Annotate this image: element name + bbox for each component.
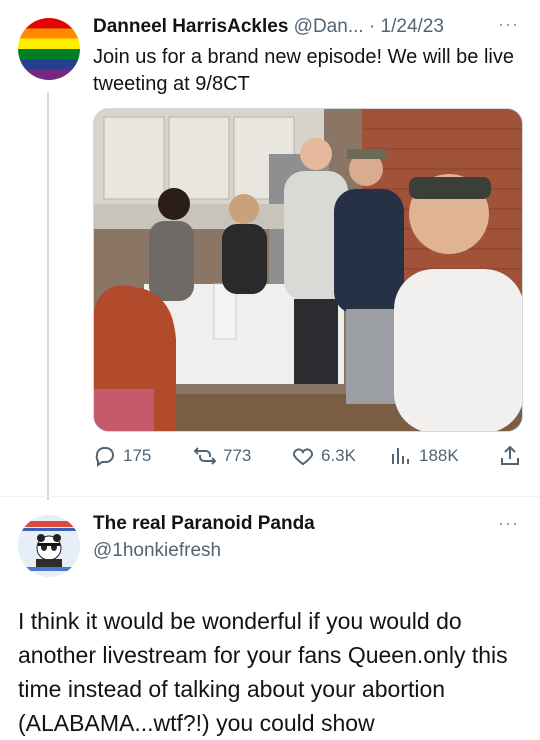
share-button[interactable] (498, 441, 528, 471)
reply-author-avatar[interactable] (18, 515, 80, 577)
reply-icon (95, 447, 114, 467)
author-handle[interactable]: @Dan... (294, 16, 364, 37)
tweet1-actions: 175 773 6.3K 188K (93, 441, 528, 471)
like-icon (292, 448, 314, 466)
reply-more-options-icon[interactable]: ··· (498, 513, 519, 534)
photo-illustration (94, 109, 522, 431)
share-icon (501, 445, 519, 465)
views-icon (392, 448, 409, 464)
views-button[interactable]: 188K (389, 441, 459, 471)
tweet1-text: Join us for a brand new episode! We will… (93, 46, 514, 95)
reply-author-handle[interactable]: @1honkiefresh (93, 540, 221, 562)
panda-avatar-image (18, 515, 80, 577)
tweet-divider (0, 496, 540, 497)
reply-count: 175 (123, 446, 152, 465)
reply-button[interactable]: 175 (93, 441, 151, 471)
tweet-photo[interactable] (93, 108, 523, 432)
author-name[interactable]: Danneel HarrisAckles (93, 16, 288, 37)
like-button[interactable]: 6.3K (291, 441, 356, 471)
views-count: 188K (419, 446, 459, 465)
retweet-button[interactable]: 773 (193, 441, 251, 471)
tweet-date[interactable]: 1/24/23 (381, 16, 444, 37)
author-avatar[interactable] (18, 18, 80, 80)
thread-line (47, 92, 49, 500)
reply-author-name[interactable]: The real Paranoid Panda (93, 513, 315, 535)
like-count: 6.3K (321, 446, 356, 465)
separator-dot: · (368, 16, 376, 37)
reply-text: I think it would be wonderful if you wou… (18, 608, 508, 736)
retweet-count: 773 (223, 446, 252, 465)
retweet-icon (193, 447, 217, 465)
more-options-icon[interactable]: ··· (498, 14, 519, 35)
tweet1-header: Danneel HarrisAckles @Dan... · 1/24/23 (93, 16, 533, 44)
